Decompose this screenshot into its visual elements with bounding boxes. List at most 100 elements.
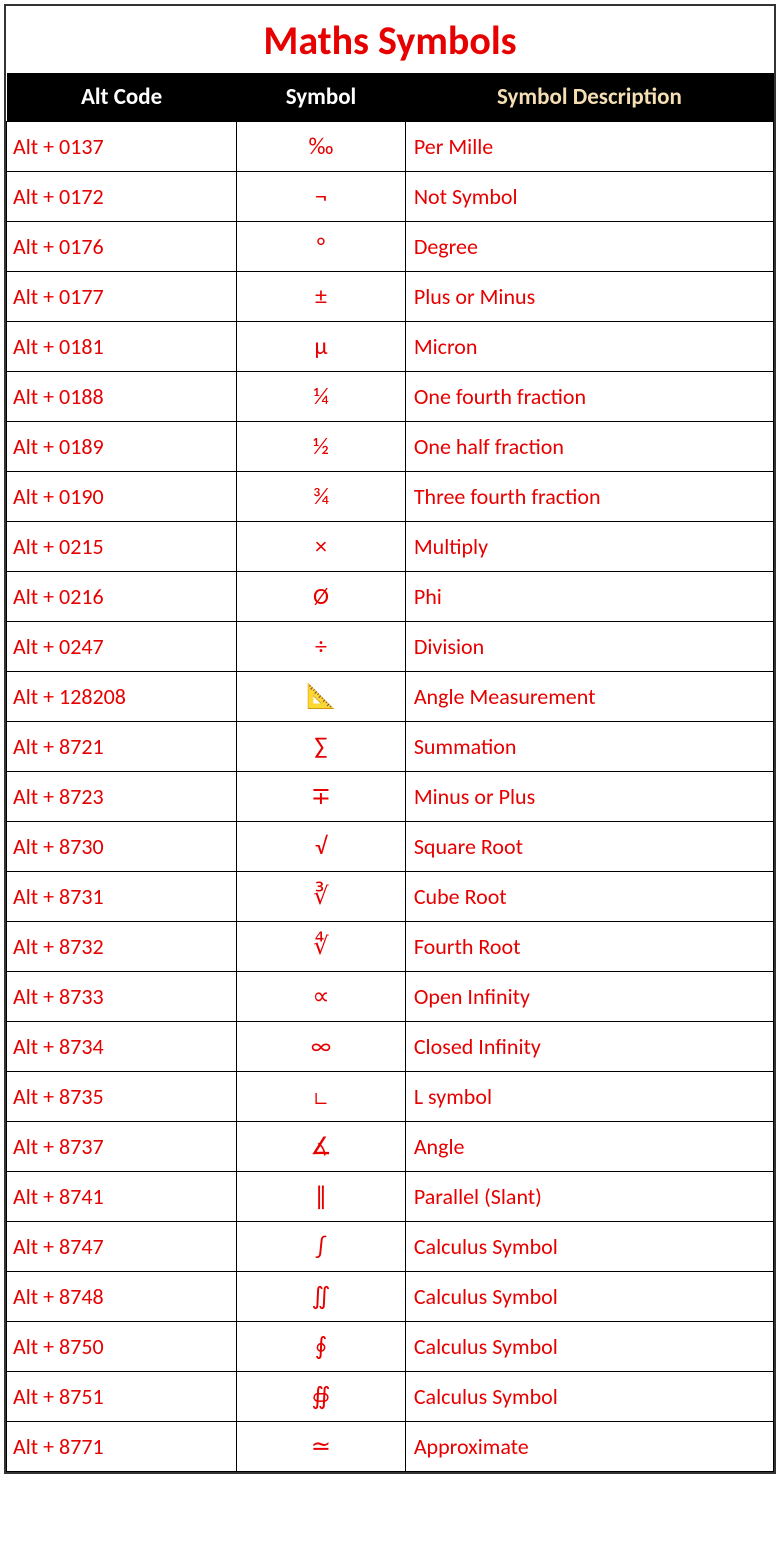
header-alt-code: Alt Code — [7, 73, 237, 122]
table-row: Alt + 0215×Multiply — [7, 522, 774, 572]
cell-alt-code: Alt + 8735 — [7, 1072, 237, 1122]
table-row: Alt + 8771≃Approximate — [7, 1422, 774, 1472]
cell-symbol: √ — [237, 822, 406, 872]
cell-symbol: ∛ — [237, 872, 406, 922]
cell-symbol: ∟ — [237, 1072, 406, 1122]
cell-alt-code: Alt + 8751 — [7, 1372, 237, 1422]
cell-description: Calculus Symbol — [405, 1372, 773, 1422]
cell-alt-code: Alt + 8721 — [7, 722, 237, 772]
table-container: Maths Symbols Alt Code Symbol Symbol Des… — [4, 4, 776, 1474]
table-row: Alt + 8735∟L symbol — [7, 1072, 774, 1122]
cell-symbol: ∡ — [237, 1122, 406, 1172]
cell-alt-code: Alt + 0177 — [7, 272, 237, 322]
cell-description: Multiply — [405, 522, 773, 572]
cell-description: Closed Infinity — [405, 1022, 773, 1072]
cell-symbol: ≃ — [237, 1422, 406, 1472]
table-row: Alt + 0189½One half fraction — [7, 422, 774, 472]
cell-description: Cube Root — [405, 872, 773, 922]
cell-description: Calculus Symbol — [405, 1322, 773, 1372]
table-row: Alt + 0188¼One fourth fraction — [7, 372, 774, 422]
cell-symbol: ∞ — [237, 1022, 406, 1072]
cell-description: Fourth Root — [405, 922, 773, 972]
cell-alt-code: Alt + 8741 — [7, 1172, 237, 1222]
cell-symbol: ∓ — [237, 772, 406, 822]
cell-symbol: ∬ — [237, 1272, 406, 1322]
cell-symbol: ½ — [237, 422, 406, 472]
cell-symbol: ∥ — [237, 1172, 406, 1222]
table-header-row: Alt Code Symbol Symbol Description — [7, 73, 774, 122]
cell-description: Degree — [405, 222, 773, 272]
cell-description: Summation — [405, 722, 773, 772]
header-description: Symbol Description — [405, 73, 773, 122]
cell-alt-code: Alt + 0247 — [7, 622, 237, 672]
table-row: Alt + 8732∜Fourth Root — [7, 922, 774, 972]
table-row: Alt + 8733∝Open Infinity — [7, 972, 774, 1022]
cell-symbol: ¾ — [237, 472, 406, 522]
cell-symbol: ± — [237, 272, 406, 322]
cell-symbol: ‰ — [237, 122, 406, 172]
cell-alt-code: Alt + 8737 — [7, 1122, 237, 1172]
cell-description: L symbol — [405, 1072, 773, 1122]
symbols-table: Alt Code Symbol Symbol Description Alt +… — [6, 73, 774, 1472]
cell-description: One half fraction — [405, 422, 773, 472]
cell-symbol: ∫ — [237, 1222, 406, 1272]
page-title: Maths Symbols — [6, 6, 774, 73]
table-row: Alt + 0181µMicron — [7, 322, 774, 372]
cell-alt-code: Alt + 8732 — [7, 922, 237, 972]
cell-alt-code: Alt + 128208 — [7, 672, 237, 722]
cell-description: Approximate — [405, 1422, 773, 1472]
cell-description: Calculus Symbol — [405, 1272, 773, 1322]
cell-alt-code: Alt + 0188 — [7, 372, 237, 422]
cell-alt-code: Alt + 8723 — [7, 772, 237, 822]
cell-description: Division — [405, 622, 773, 672]
cell-description: Square Root — [405, 822, 773, 872]
table-row: Alt + 8751∯Calculus Symbol — [7, 1372, 774, 1422]
cell-description: Parallel (Slant) — [405, 1172, 773, 1222]
cell-symbol: ∑ — [237, 722, 406, 772]
table-row: Alt + 8747∫Calculus Symbol — [7, 1222, 774, 1272]
cell-symbol: × — [237, 522, 406, 572]
cell-description: Not Symbol — [405, 172, 773, 222]
cell-symbol: Ø — [237, 572, 406, 622]
cell-symbol: ∝ — [237, 972, 406, 1022]
table-row: Alt + 128208📐Angle Measurement — [7, 672, 774, 722]
cell-symbol: µ — [237, 322, 406, 372]
cell-alt-code: Alt + 8731 — [7, 872, 237, 922]
table-row: Alt + 8737∡Angle — [7, 1122, 774, 1172]
cell-alt-code: Alt + 0216 — [7, 572, 237, 622]
cell-alt-code: Alt + 0215 — [7, 522, 237, 572]
cell-description: Calculus Symbol — [405, 1222, 773, 1272]
cell-alt-code: Alt + 8730 — [7, 822, 237, 872]
table-row: Alt + 0216ØPhi — [7, 572, 774, 622]
table-row: Alt + 8730√Square Root — [7, 822, 774, 872]
cell-alt-code: Alt + 0137 — [7, 122, 237, 172]
cell-description: Micron — [405, 322, 773, 372]
cell-description: Plus or Minus — [405, 272, 773, 322]
table-row: Alt + 0177±Plus or Minus — [7, 272, 774, 322]
table-row: Alt + 8750∮Calculus Symbol — [7, 1322, 774, 1372]
cell-symbol: ° — [237, 222, 406, 272]
cell-alt-code: Alt + 8734 — [7, 1022, 237, 1072]
cell-alt-code: Alt + 8747 — [7, 1222, 237, 1272]
table-row: Alt + 8731∛Cube Root — [7, 872, 774, 922]
cell-description: Angle — [405, 1122, 773, 1172]
cell-alt-code: Alt + 0172 — [7, 172, 237, 222]
cell-symbol: ∯ — [237, 1372, 406, 1422]
cell-alt-code: Alt + 8748 — [7, 1272, 237, 1322]
cell-description: Per Mille — [405, 122, 773, 172]
cell-alt-code: Alt + 8750 — [7, 1322, 237, 1372]
table-row: Alt + 8723∓Minus or Plus — [7, 772, 774, 822]
cell-description: Open Infinity — [405, 972, 773, 1022]
table-body: Alt + 0137‰Per MilleAlt + 0172¬Not Symbo… — [7, 122, 774, 1472]
cell-symbol: ¬ — [237, 172, 406, 222]
cell-symbol: ∜ — [237, 922, 406, 972]
cell-alt-code: Alt + 0189 — [7, 422, 237, 472]
table-row: Alt + 0190¾Three fourth fraction — [7, 472, 774, 522]
cell-description: Phi — [405, 572, 773, 622]
cell-alt-code: Alt + 8733 — [7, 972, 237, 1022]
table-row: Alt + 0137‰Per Mille — [7, 122, 774, 172]
cell-symbol: ÷ — [237, 622, 406, 672]
cell-alt-code: Alt + 0176 — [7, 222, 237, 272]
cell-alt-code: Alt + 0190 — [7, 472, 237, 522]
table-row: Alt + 8734∞Closed Infinity — [7, 1022, 774, 1072]
